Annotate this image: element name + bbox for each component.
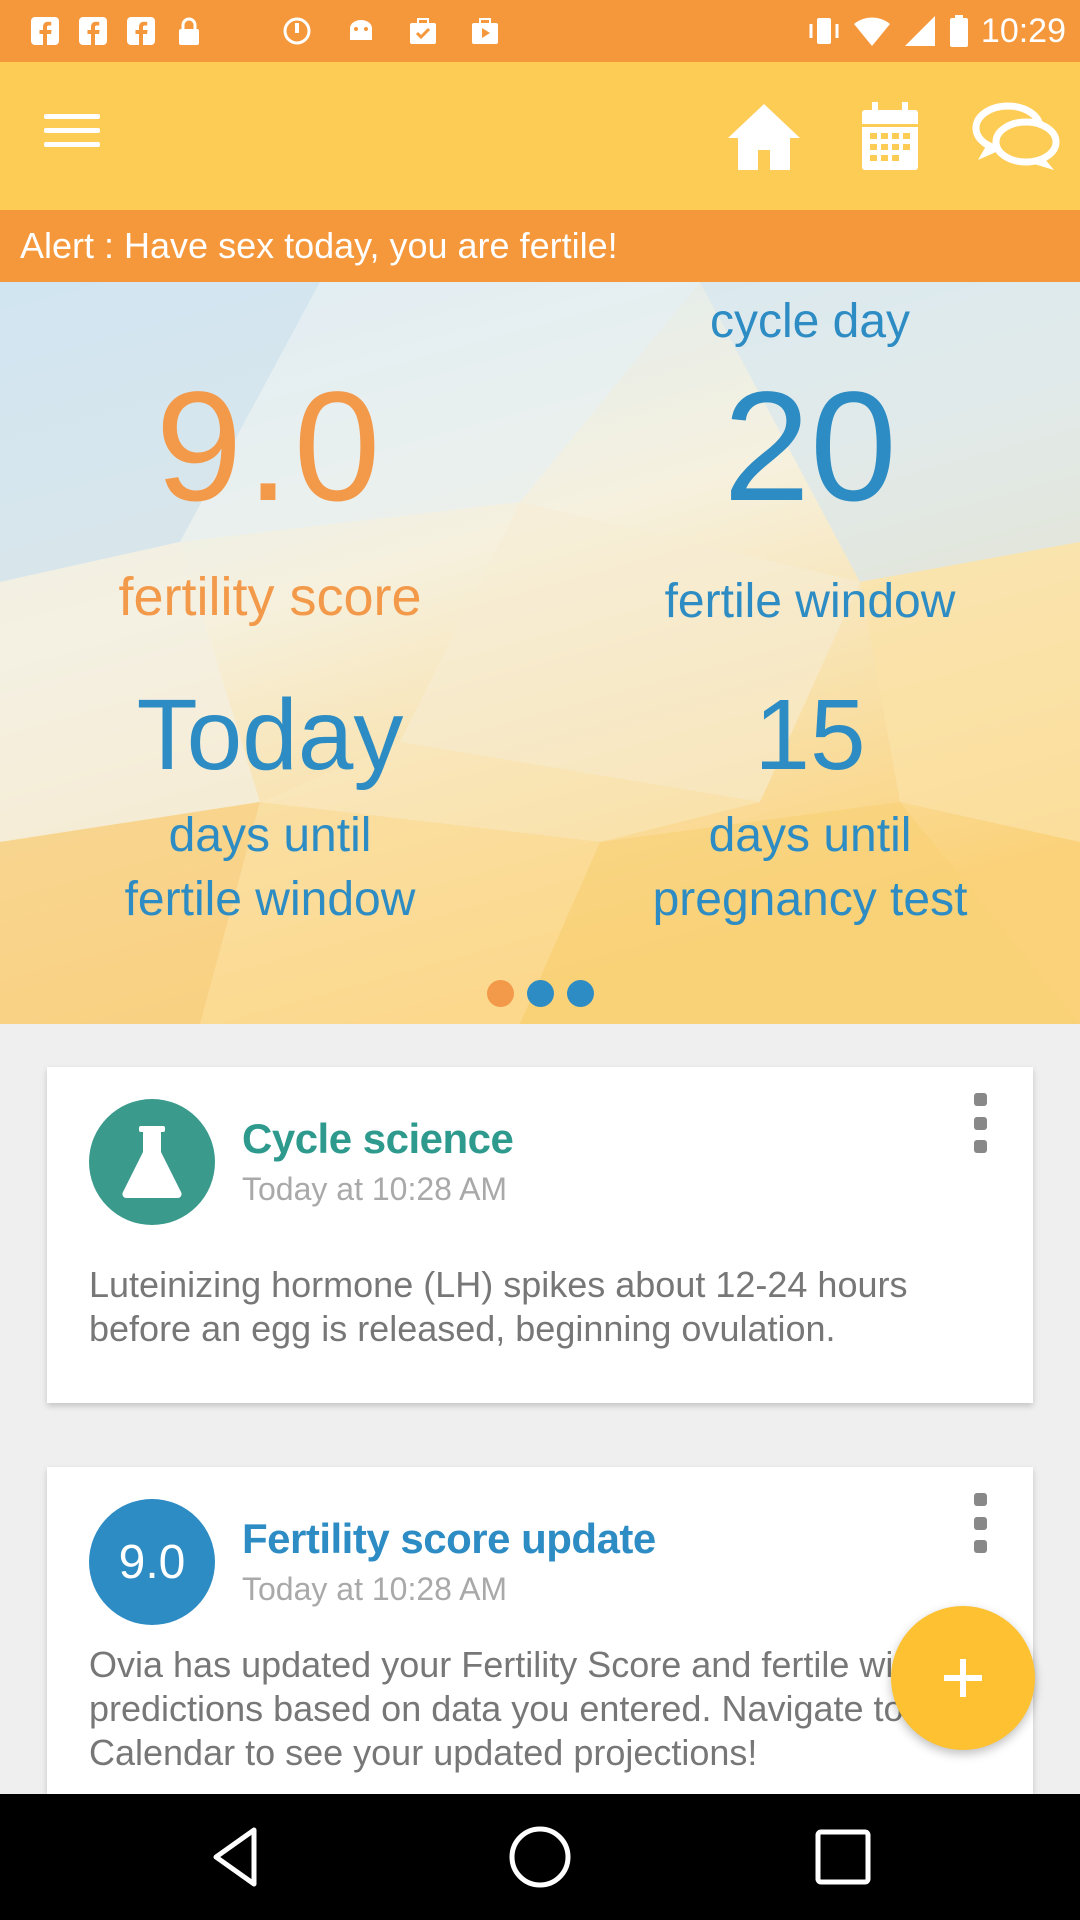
more-options-icon[interactable] [965,1093,995,1153]
card-timestamp: Today at 10:28 AM [242,1571,508,1607]
plus-icon [944,1659,982,1697]
cycle-day-label: cycle day [709,295,911,348]
briefcase-play-icon [472,18,498,44]
status-bar: 10:29 [0,0,1080,62]
vibrate-icon [809,18,839,44]
home-icon[interactable] [724,100,804,174]
android-icon [350,20,372,40]
facebook-icon [31,17,59,45]
card-avatar-score: 9.0 [118,1535,186,1589]
fertility-alert[interactable]: Alert : Have sex today, you are fertile! [0,210,1080,282]
calendar-icon[interactable] [850,100,930,174]
fertility-score-value: 9.0 [155,360,385,534]
page-dot-active[interactable] [487,980,514,1007]
wifi-icon [853,17,890,46]
facebook-icon [127,17,155,45]
page-dot[interactable] [567,980,594,1007]
feed-card-cycle-science[interactable]: Cycle science Today at 10:28 AM Luteiniz… [47,1067,1033,1403]
more-options-icon[interactable] [965,1493,995,1553]
card-title: Cycle science [242,1115,514,1162]
days-until-test-line1: days until [708,809,912,862]
card-title: Fertility score update [242,1515,656,1562]
days-until-test-value: 15 [754,679,866,791]
days-until-window-value: Today [136,679,404,791]
sync-icon [283,17,311,45]
days-until-test-line2: pregnancy test [652,873,968,926]
card-body: Ovia has updated your Fertility Score an… [89,1644,984,1773]
feed-card-fertility-score-update[interactable]: 9.0 Fertility score update Today at 10:2… [47,1467,1033,1794]
fertile-window-label: fertile window [664,575,956,628]
card-timestamp: Today at 10:28 AM [242,1171,508,1207]
chat-icon[interactable] [972,100,1062,174]
fertility-summary-carousel[interactable]: cycle day 9.0 20 fertility score fertile… [0,282,1080,1024]
carousel-page-indicator [487,980,594,1007]
briefcase-check-icon [410,18,436,44]
back-icon[interactable] [202,1822,272,1892]
facebook-icon [79,17,107,45]
status-time: 10:29 [980,11,1066,50]
days-until-window-line2: fertile window [124,873,416,926]
signal-icon [904,16,935,46]
days-until-window-line1: days until [168,809,372,862]
flask-icon [122,1126,182,1199]
battery-icon [949,15,968,47]
add-entry-button[interactable] [891,1606,1035,1750]
app-bar [0,62,1080,210]
card-body: Luteinizing hormone (LH) spikes about 12… [89,1264,908,1349]
lock-icon [179,17,199,45]
cycle-day-value: 20 [723,360,897,534]
system-navigation-bar [0,1794,1080,1920]
card-avatar [89,1099,215,1225]
home-circle-icon[interactable] [505,1822,575,1892]
card-avatar: 9.0 [89,1499,215,1625]
recents-icon[interactable] [808,1822,878,1892]
fertility-score-label: fertility score [118,567,422,627]
page-dot[interactable] [527,980,554,1007]
menu-icon[interactable] [44,114,100,158]
